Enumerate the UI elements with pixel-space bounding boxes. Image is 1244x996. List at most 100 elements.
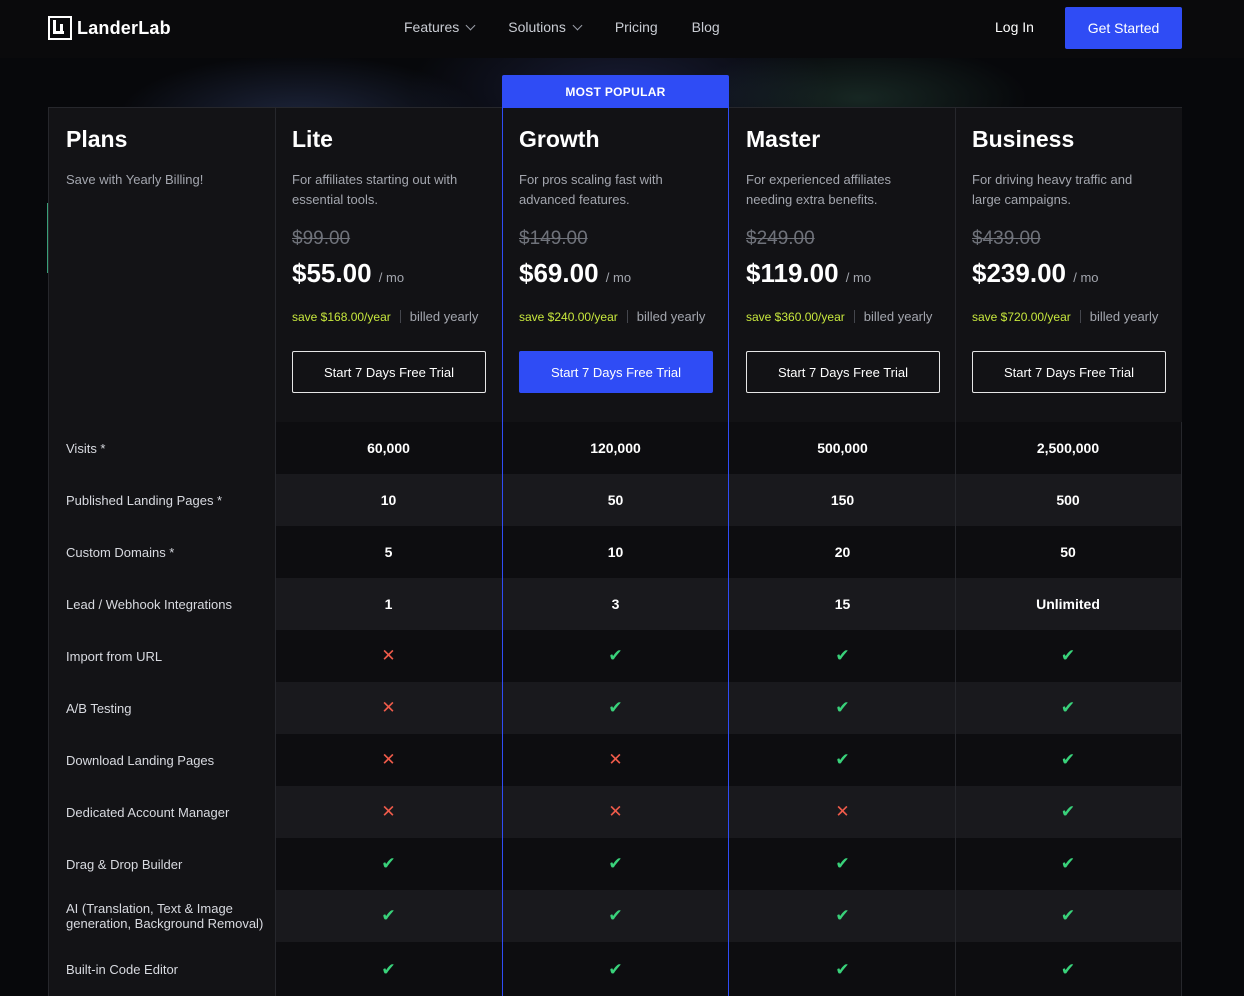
nav-link-solutions[interactable]: Solutions xyxy=(508,19,583,35)
plan-name: Growth xyxy=(519,126,600,152)
plan-savings: save $720.00/year billed yearly xyxy=(972,309,1158,324)
feature-cell: ✔ xyxy=(502,942,729,996)
plan-savings: save $360.00/year billed yearly xyxy=(746,309,932,324)
plan-billing-period: billed yearly xyxy=(863,309,933,324)
feature-cell: ✕ xyxy=(502,786,729,838)
plan-price-value: $55.00 xyxy=(292,258,372,288)
plan-column-lite: Lite For affiliates starting out with ess… xyxy=(275,108,502,422)
check-icon: ✔ xyxy=(835,906,850,925)
login-link[interactable]: Log In xyxy=(995,19,1034,35)
plan-save-amount: save $720.00/year xyxy=(972,309,1071,324)
start-trial-button[interactable]: Start 7 Days Free Trial xyxy=(746,351,940,393)
feature-cell: Unlimited xyxy=(955,578,1181,630)
feature-cell: ✔ xyxy=(502,890,729,942)
plans-header: Plans Save with Yearly Billing! xyxy=(49,108,275,422)
plan-billing-period: billed yearly xyxy=(1089,309,1159,324)
feature-value: 50 xyxy=(1060,544,1076,560)
check-icon: ✔ xyxy=(1060,698,1076,717)
feature-cell: 2,500,000 xyxy=(955,422,1181,474)
check-icon: ✔ xyxy=(835,750,850,769)
check-icon: ✔ xyxy=(835,698,850,717)
brand-logo[interactable]: LanderLab xyxy=(48,16,171,40)
nav-link-label: Blog xyxy=(691,19,720,35)
feature-row: AI (Translation, Text & Image generation… xyxy=(49,890,1181,942)
feature-row: Lead / Webhook Integrations 1 3 15 Unlimited xyxy=(49,578,1181,630)
feature-cell: 120,000 xyxy=(502,422,729,474)
check-icon: ✔ xyxy=(1060,646,1076,665)
start-trial-button[interactable]: Start 7 Days Free Trial xyxy=(292,351,486,393)
plan-savings: save $168.00/year billed yearly xyxy=(292,309,478,324)
feature-label: Dedicated Account Manager xyxy=(49,786,275,838)
feature-cell: 15 xyxy=(729,578,956,630)
feature-cell: 10 xyxy=(275,474,502,526)
nav-link-label: Features xyxy=(404,19,460,35)
divider xyxy=(1079,310,1081,323)
cross-icon: ✕ xyxy=(381,802,396,821)
plan-price-value: $69.00 xyxy=(519,258,599,288)
plan-description: For experienced affiliates needing extra… xyxy=(746,172,892,207)
feature-cell: ✔ xyxy=(729,838,956,890)
plan-description: For pros scaling fast with advanced feat… xyxy=(519,172,663,207)
feature-row: Dedicated Account Manager ✕ ✕ ✕ ✔ xyxy=(49,786,1181,838)
plan-price-period: / mo xyxy=(845,270,872,285)
top-nav: LanderLab Features Solutions Pricing Blo… xyxy=(0,0,1244,58)
plan-price-period: / mo xyxy=(378,270,405,285)
plan-column-business: Business For driving heavy traffic and la… xyxy=(955,108,1182,422)
feature-cell: ✔ xyxy=(275,890,502,942)
check-icon: ✔ xyxy=(1060,750,1076,769)
plan-price-value: $239.00 xyxy=(972,258,1066,288)
feature-cell: 3 xyxy=(502,578,729,630)
feature-row: Visits * 60,000 120,000 500,000 2,500,000 xyxy=(49,422,1181,474)
feature-value: 3 xyxy=(611,596,620,612)
nav-link-features[interactable]: Features xyxy=(404,19,476,35)
plan-price-period: / mo xyxy=(605,270,632,285)
check-icon: ✔ xyxy=(1060,906,1076,925)
feature-cell: 500 xyxy=(955,474,1181,526)
feature-label: Published Landing Pages * xyxy=(49,474,275,526)
feature-value: 500 xyxy=(1056,492,1080,508)
feature-row: Import from URL ✕ ✔ ✔ ✔ xyxy=(49,630,1181,682)
feature-value: 500,000 xyxy=(817,440,868,456)
column-divider xyxy=(275,108,276,996)
plan-price-period: / mo xyxy=(1073,270,1099,285)
check-icon: ✔ xyxy=(608,906,623,925)
check-icon: ✔ xyxy=(381,906,396,925)
feature-row: Download Landing Pages ✕ ✕ ✔ ✔ xyxy=(49,734,1181,786)
plan-save-amount: save $168.00/year xyxy=(292,309,391,324)
get-started-button[interactable]: Get Started xyxy=(1065,7,1182,49)
check-icon: ✔ xyxy=(381,959,396,979)
feature-cell: 50 xyxy=(502,474,729,526)
feature-value: 2,500,000 xyxy=(1036,440,1100,456)
feature-cell: ✔ xyxy=(729,630,956,682)
feature-cell: ✔ xyxy=(729,682,956,734)
feature-cell: ✕ xyxy=(275,630,502,682)
plan-old-price: $249.00 xyxy=(746,228,815,249)
plans-subtitle: Save with Yearly Billing! xyxy=(66,172,204,187)
feature-cell: 500,000 xyxy=(729,422,956,474)
check-icon: ✔ xyxy=(381,854,396,873)
plan-save-amount: save $360.00/year xyxy=(746,309,845,324)
nav-link-pricing[interactable]: Pricing xyxy=(615,19,658,35)
feature-label: A/B Testing xyxy=(49,682,275,734)
feature-cell: 10 xyxy=(502,526,729,578)
plans-title: Plans xyxy=(66,126,128,152)
plan-price: $239.00 / mo xyxy=(972,258,1099,289)
feature-value: 50 xyxy=(607,492,624,508)
feature-cell: ✕ xyxy=(729,786,956,838)
feature-cell: ✔ xyxy=(955,630,1181,682)
cross-icon: ✕ xyxy=(381,698,396,717)
check-icon: ✔ xyxy=(1060,959,1076,979)
check-icon: ✔ xyxy=(608,959,623,979)
cross-icon: ✕ xyxy=(381,750,396,769)
feature-value: 1 xyxy=(384,596,393,612)
feature-label: Download Landing Pages xyxy=(49,734,275,786)
start-trial-button[interactable]: Start 7 Days Free Trial xyxy=(972,351,1166,393)
plan-price: $55.00 / mo xyxy=(292,258,404,289)
divider xyxy=(626,310,628,323)
feature-cell: 1 xyxy=(275,578,502,630)
feature-cell: ✔ xyxy=(955,838,1181,890)
nav-link-blog[interactable]: Blog xyxy=(692,19,720,35)
start-trial-button[interactable]: Start 7 Days Free Trial xyxy=(519,351,713,393)
brand-name: LanderLab xyxy=(77,17,171,38)
plan-name: Business xyxy=(972,126,1075,152)
